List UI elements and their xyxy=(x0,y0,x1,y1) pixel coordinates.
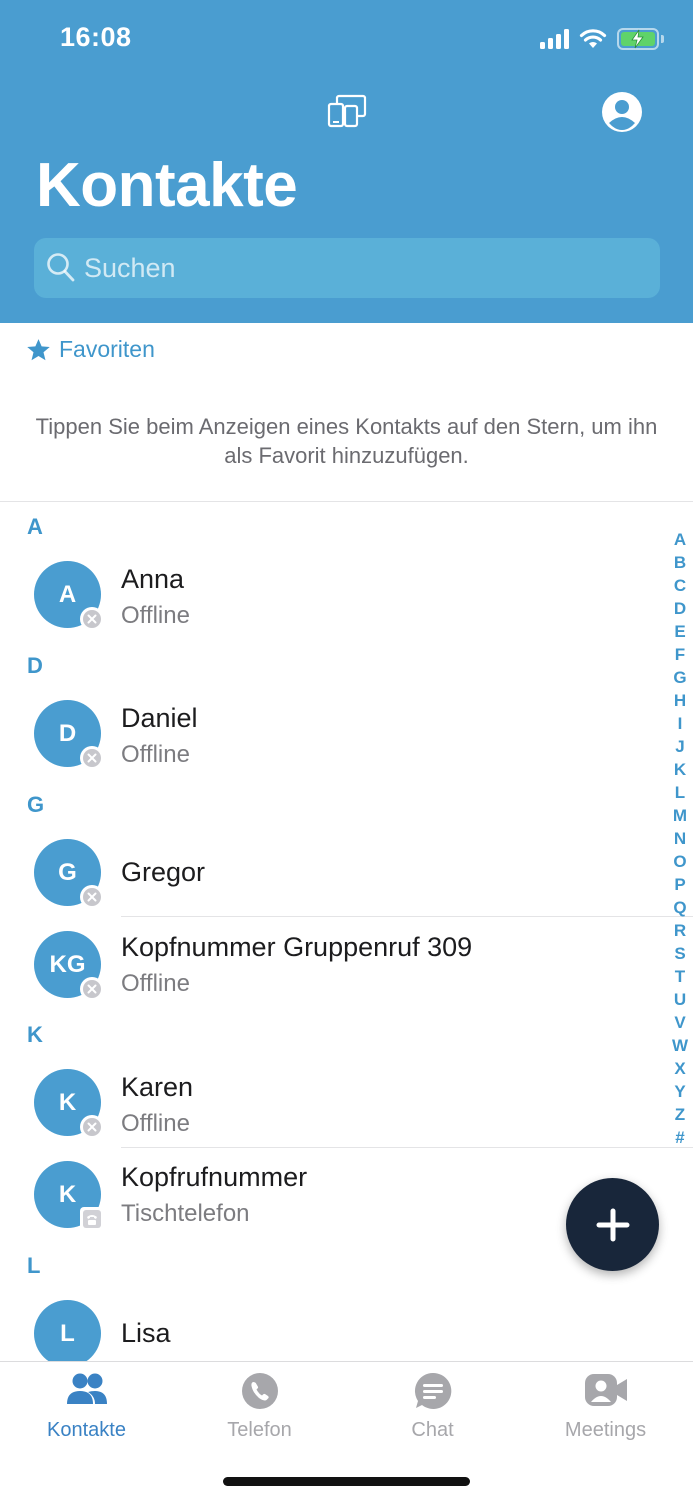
add-contact-button[interactable] xyxy=(566,1178,659,1271)
index-letter[interactable]: C xyxy=(674,574,686,597)
offline-status-icon xyxy=(80,1115,104,1139)
search-bar[interactable] xyxy=(34,238,660,298)
tab-label: Telefon xyxy=(227,1419,292,1441)
index-letter[interactable]: V xyxy=(674,1011,685,1034)
index-letter[interactable]: F xyxy=(675,643,685,666)
contact-name: Daniel xyxy=(121,703,198,733)
contact-status: Offline xyxy=(121,970,190,997)
index-letter[interactable]: E xyxy=(674,620,685,643)
index-letter[interactable]: N xyxy=(674,827,686,850)
section-header-l: L xyxy=(27,1253,41,1278)
offline-status-icon xyxy=(80,885,104,909)
star-icon xyxy=(27,338,50,360)
row-divider xyxy=(121,916,693,917)
contact-row[interactable]: K Kopfrufnummer Tischtelefon xyxy=(0,1161,660,1253)
tab-label: Chat xyxy=(411,1419,454,1441)
plus-icon xyxy=(596,1208,629,1241)
tab-meetings[interactable]: Meetings xyxy=(519,1362,692,1462)
cellular-signal-icon xyxy=(540,29,569,49)
contact-row[interactable]: KG Kopfnummer Gruppenruf 309 Offline xyxy=(0,931,660,1023)
desk-phone-icon xyxy=(80,1207,104,1231)
battery-charging-icon xyxy=(617,28,664,50)
tab-chat[interactable]: Chat xyxy=(346,1362,519,1462)
index-letter[interactable]: Y xyxy=(674,1080,685,1103)
tab-label: Meetings xyxy=(564,1419,647,1441)
section-header-k: K xyxy=(27,1022,43,1047)
index-letter[interactable]: R xyxy=(674,919,686,942)
index-letter[interactable]: O xyxy=(673,850,686,873)
wifi-icon xyxy=(579,29,607,48)
header: 16:08 Kontakte xyxy=(0,0,693,323)
index-letter[interactable]: T xyxy=(675,965,685,988)
index-letter[interactable]: U xyxy=(674,988,686,1011)
index-letter[interactable]: Z xyxy=(675,1103,685,1126)
index-letter[interactable]: W xyxy=(672,1034,688,1057)
index-letter[interactable]: P xyxy=(674,873,685,896)
search-icon xyxy=(47,253,75,282)
index-letter[interactable]: L xyxy=(675,781,685,804)
index-letter[interactable]: Q xyxy=(673,896,686,919)
contact-status: Offline xyxy=(121,741,190,768)
contact-row[interactable]: G Gregor xyxy=(0,839,660,931)
contact-name: Karen xyxy=(121,1072,194,1102)
contact-status: Tischtelefon xyxy=(121,1200,250,1227)
tab-kontakte[interactable]: Kontakte xyxy=(0,1362,173,1462)
chat-icon xyxy=(414,1372,451,1409)
status-bar: 16:08 xyxy=(0,0,693,80)
index-letter[interactable]: G xyxy=(673,666,686,689)
devices-switch-icon[interactable] xyxy=(327,94,367,128)
offline-status-icon xyxy=(80,607,104,631)
contact-name: Anna xyxy=(121,564,185,594)
section-header-g: G xyxy=(27,792,45,817)
section-header-d: D xyxy=(27,653,43,678)
contact-row[interactable]: A Anna Offline xyxy=(0,561,660,653)
account-icon[interactable] xyxy=(600,90,644,134)
phone-icon xyxy=(241,1373,278,1409)
home-indicator xyxy=(223,1477,470,1486)
status-time: 16:08 xyxy=(60,22,132,52)
index-letter[interactable]: H xyxy=(674,689,686,712)
offline-status-icon xyxy=(80,977,104,1001)
row-divider xyxy=(121,1147,693,1148)
contact-name: Kopfnummer Gruppenruf 309 xyxy=(121,932,473,962)
index-letter[interactable]: B xyxy=(674,551,686,574)
index-letter[interactable]: # xyxy=(675,1126,684,1149)
index-letter[interactable]: D xyxy=(674,597,686,620)
favorites-hint: Tippen Sie beim Anzeigen eines Kontakts … xyxy=(35,414,658,468)
index-letter[interactable]: A xyxy=(674,528,686,551)
index-letter[interactable]: M xyxy=(673,804,687,827)
meetings-icon xyxy=(584,1374,627,1406)
tab-label: Kontakte xyxy=(47,1419,126,1441)
index-letter[interactable]: S xyxy=(674,942,685,965)
tab-telefon[interactable]: Telefon xyxy=(173,1362,346,1462)
favorites-header[interactable]: Favoriten xyxy=(26,336,155,363)
contact-name: Kopfrufnummer xyxy=(121,1162,308,1192)
alphabet-index[interactable]: A B C D E F G H I J K L M N O P Q R S T U V W X Y Z # xyxy=(668,528,692,1149)
index-letter[interactable]: K xyxy=(674,758,686,781)
search-input[interactable] xyxy=(84,238,644,298)
contact-name: Gregor xyxy=(121,857,206,887)
divider xyxy=(0,501,693,502)
contact-status: Offline xyxy=(121,602,190,629)
index-letter[interactable]: X xyxy=(674,1057,685,1080)
index-letter[interactable]: I xyxy=(678,712,683,735)
favorites-label: Favoriten xyxy=(59,336,155,362)
contacts-icon xyxy=(66,1373,107,1404)
offline-status-icon xyxy=(80,746,104,770)
avatar: L xyxy=(34,1300,101,1367)
page-title: Kontakte xyxy=(36,151,298,220)
contact-row[interactable]: D Daniel Offline xyxy=(0,700,660,792)
index-letter[interactable]: J xyxy=(675,735,684,758)
contact-status: Offline xyxy=(121,1110,190,1137)
section-header-a: A xyxy=(27,514,43,539)
contact-name: Lisa xyxy=(121,1318,171,1348)
